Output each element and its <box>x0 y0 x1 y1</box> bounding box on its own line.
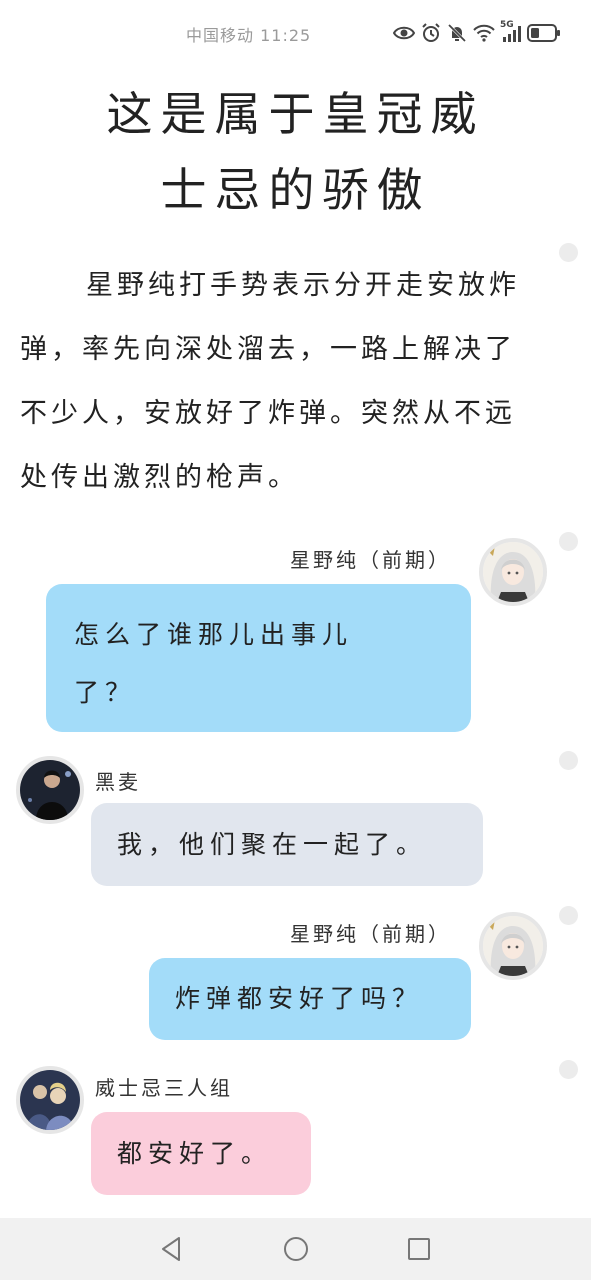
group-portrait-icon <box>20 1070 80 1130</box>
sender-name: 威士忌三人组 <box>95 1076 233 1100</box>
message-line: 都安好了。 <box>117 1139 273 1168</box>
avatar-hoshino[interactable] <box>479 538 547 606</box>
recents-square-icon[interactable] <box>404 1234 434 1264</box>
anime-girl-icon <box>483 542 543 602</box>
back-triangle-icon[interactable] <box>157 1234 187 1264</box>
status-bar: 中国移动 11:25 5G <box>0 0 591 64</box>
title-line-2: 士忌的骄傲 <box>160 163 431 217</box>
carrier-time: 中国移动 11:25 <box>186 26 312 45</box>
message-bubble: 我，他们聚在一起了。 <box>91 803 483 886</box>
message-line: 了？ <box>74 678 137 707</box>
message-bubble: 都安好了。 <box>91 1112 311 1195</box>
story-paragraph: 星野纯打手势表示分开走安放炸弹，率先向深处溜去，一路上解决了不少人，安放好了炸弹… <box>20 270 520 493</box>
sender-name: 星野纯（前期） <box>290 548 451 572</box>
page-title: 这是属于皇冠威 士忌的骄傲 <box>0 76 591 228</box>
battery-icon <box>527 23 561 43</box>
signal-icon: 5G <box>500 20 521 42</box>
home-circle-icon[interactable] <box>281 1234 311 1264</box>
status-icons: 5G <box>393 20 561 46</box>
eye-icon <box>393 25 415 41</box>
anime-girl-icon <box>483 916 543 976</box>
wifi-icon <box>473 24 495 42</box>
network-label: 5G <box>500 20 514 30</box>
dark-figure-icon <box>20 760 80 820</box>
navigation-bar <box>0 1218 591 1280</box>
message-dot[interactable] <box>559 532 578 551</box>
message-dot[interactable] <box>559 751 578 770</box>
message-line: 我，他们聚在一起了。 <box>117 830 428 859</box>
message-bubble: 怎么了谁那儿出事儿 了？ <box>46 584 471 732</box>
sender-name: 黑麦 <box>95 770 141 794</box>
message-line: 怎么了谁那儿出事儿 <box>74 620 354 649</box>
sender-name: 星野纯（前期） <box>290 922 451 946</box>
avatar-rye[interactable] <box>16 756 84 824</box>
avatar-hoshino[interactable] <box>479 912 547 980</box>
mute-icon <box>447 23 467 43</box>
alarm-icon <box>421 23 441 43</box>
message-bubble: 炸弹都安好了吗？ <box>149 958 471 1040</box>
message-dot[interactable] <box>559 906 578 925</box>
paragraph-dot[interactable] <box>559 243 578 262</box>
avatar-whisky-trio[interactable] <box>16 1066 84 1134</box>
message-dot[interactable] <box>559 1060 578 1079</box>
title-line-1: 这是属于皇冠威 <box>106 87 485 141</box>
message-line: 炸弹都安好了吗？ <box>175 984 424 1013</box>
